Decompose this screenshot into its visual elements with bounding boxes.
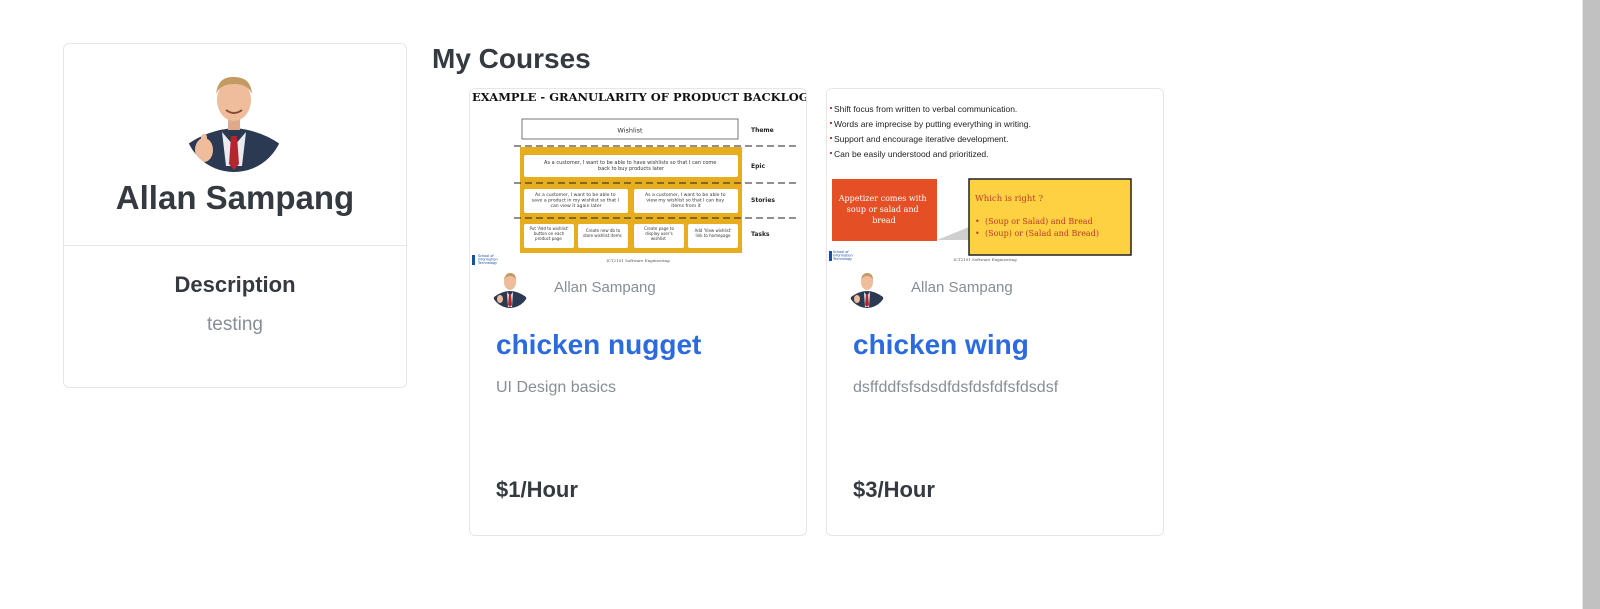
- section-title: My Courses: [432, 43, 591, 74]
- svg-text:Support and encourage iterativ: Support and encourage iterative developm…: [834, 134, 1008, 144]
- course-description: dsffddfsfsdsdfdsfdsfdfsfdsdsf: [853, 379, 1059, 396]
- profile-name: Allan Sampang: [115, 179, 355, 216]
- course-thumbnail[interactable]: Shift focus from written to verbal commu…: [827, 89, 1163, 269]
- description-title: Description: [174, 272, 296, 297]
- svg-text:Can be easily understood and p: Can be easily understood and prioritized…: [834, 149, 989, 159]
- svg-text:Which is right ?: Which is right ?: [975, 194, 1043, 204]
- svg-text:Wishlist: Wishlist: [617, 127, 643, 135]
- svg-text:ICT2101 Software Engineering: ICT2101 Software Engineering: [953, 257, 1017, 262]
- thumb-heading: EXAMPLE - GRANULARITY OF PRODUCT BACKLOG…: [472, 90, 806, 104]
- svg-text:ICT2101 Software Engineering: ICT2101 Software Engineering: [606, 258, 670, 263]
- profile-card: Allan Sampang Description testing: [63, 43, 407, 388]
- course-description: UI Design basics: [496, 379, 617, 396]
- course-price: $3/Hour: [853, 477, 935, 502]
- course-thumbnail[interactable]: EXAMPLE - GRANULARITY OF PRODUCT BACKLOG…: [470, 89, 806, 269]
- svg-text:Tasks: Tasks: [751, 231, 770, 238]
- svg-text:•: •: [975, 217, 980, 226]
- course-card[interactable]: Shift focus from written to verbal commu…: [826, 88, 1164, 536]
- author-avatar: [847, 269, 887, 309]
- svg-text:Theme: Theme: [751, 127, 774, 134]
- course-title-link[interactable]: chicken nugget: [496, 329, 701, 361]
- scrollbar-thumb[interactable]: [1583, 0, 1600, 609]
- svg-text:Epic: Epic: [751, 163, 765, 170]
- svg-text:Shift focus from written to ve: Shift focus from written to verbal commu…: [834, 104, 1017, 114]
- profile-avatar: [178, 66, 291, 179]
- svg-text:(Soup) or (Salad and Bread): (Soup) or (Salad and Bread): [985, 229, 1099, 238]
- svg-text:Words are imprecise by putting: Words are imprecise by putting everythin…: [834, 119, 1031, 129]
- course-title-link[interactable]: chicken wing: [853, 329, 1029, 361]
- author-name: Allan Sampang: [554, 279, 656, 296]
- author-avatar: [490, 269, 530, 309]
- course-card[interactable]: EXAMPLE - GRANULARITY OF PRODUCT BACKLOG…: [469, 88, 807, 536]
- vertical-scrollbar[interactable]: [1582, 0, 1600, 609]
- course-price: $1/Hour: [496, 477, 578, 502]
- svg-text:•: •: [975, 229, 980, 238]
- svg-text:(Soup or Salad) and Bread: (Soup or Salad) and Bread: [985, 217, 1093, 226]
- description-text: testing: [207, 314, 263, 335]
- svg-text:Stories: Stories: [751, 197, 775, 204]
- profile-divider: [64, 245, 406, 246]
- author-name: Allan Sampang: [911, 279, 1013, 296]
